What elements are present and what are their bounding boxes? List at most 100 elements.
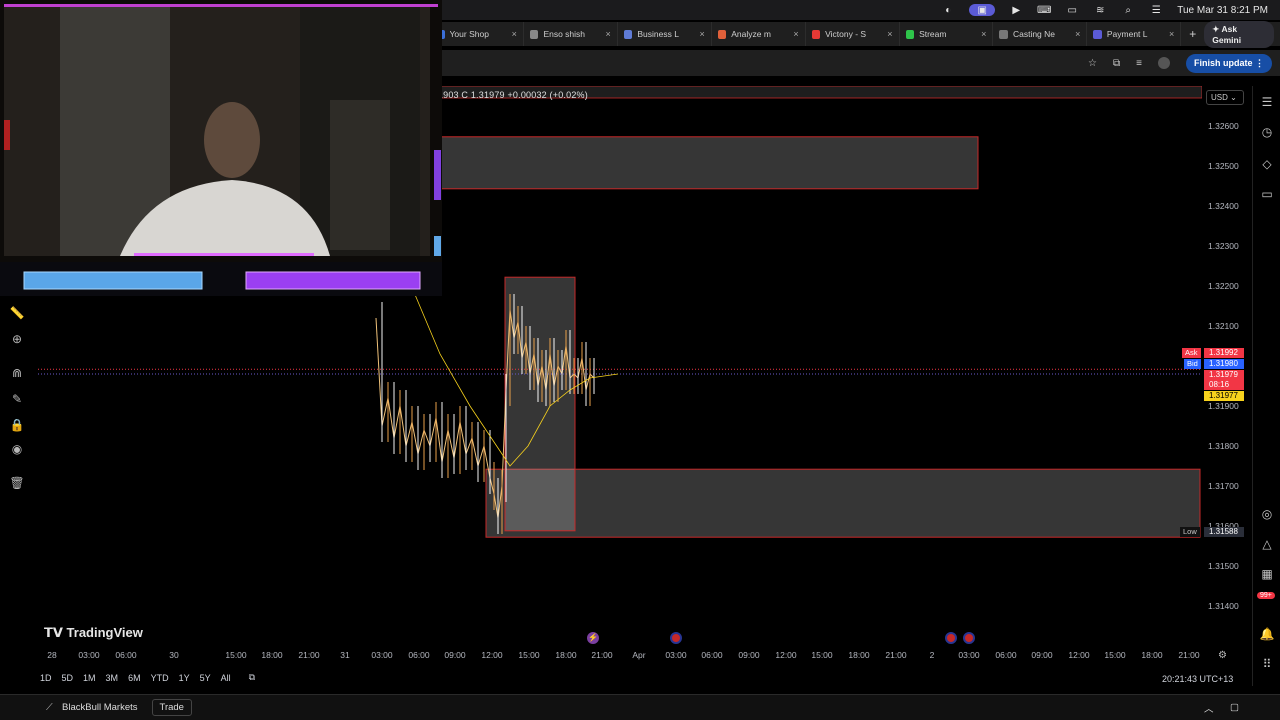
time-axis[interactable]: 28 03:00 06:00 30 15:00 18:00 21:00 31 03:00 06:0… xyxy=(38,650,1202,664)
ask-gemini-button[interactable]: ✦ Ask Gemini xyxy=(1204,20,1274,48)
new-tab-button[interactable]: + xyxy=(1181,27,1204,41)
eye-icon[interactable]: ◉ xyxy=(8,440,26,458)
alerts-clock-icon[interactable]: ◷ xyxy=(1259,124,1275,140)
chart-clock[interactable]: 20:21:43 UTC+13 xyxy=(1162,674,1233,684)
range-button[interactable]: YTD xyxy=(151,673,169,683)
tab-close-icon[interactable]: × xyxy=(1075,29,1080,39)
price-tick-label: 1.32100 xyxy=(1208,321,1239,331)
range-button[interactable]: 5Y xyxy=(200,673,211,683)
play-icon[interactable]: ▶ xyxy=(1009,4,1023,16)
price-tick-label: 1.31500 xyxy=(1208,561,1239,571)
go-to-date-icon[interactable]: ⧉ xyxy=(249,672,255,683)
trade-button[interactable]: Trade xyxy=(151,699,192,716)
tab-label: Victony - S xyxy=(825,29,867,39)
us-flag-event-icon[interactable] xyxy=(963,632,975,644)
price-tick-label: 1.31800 xyxy=(1208,441,1239,451)
battery-icon[interactable]: ▭ xyxy=(1065,4,1079,16)
us-flag-event-icon[interactable] xyxy=(670,632,682,644)
extensions-icon[interactable]: ≡ xyxy=(1136,58,1142,69)
tab-close-icon[interactable]: × xyxy=(699,29,704,39)
time-tick-label: Apr xyxy=(632,650,646,660)
ask-gemini-label: Ask Gemini xyxy=(1212,23,1242,45)
browser-tab[interactable]: Analyze m × xyxy=(712,22,806,46)
notifications-badge: 99+ xyxy=(1257,592,1275,599)
time-tick-label: 21:00 xyxy=(885,650,907,660)
price-tick-label: 1.32600 xyxy=(1208,121,1239,131)
time-tick-label: 30 xyxy=(169,650,179,660)
tab-favicon-icon xyxy=(529,29,539,39)
tab-close-icon[interactable]: × xyxy=(981,29,986,39)
price-tick-label: 1.32200 xyxy=(1208,281,1239,291)
calendar-icon[interactable]: ▦ xyxy=(1259,566,1275,582)
triangle-icon[interactable]: △ xyxy=(1259,536,1275,552)
search-icon[interactable]: ⌕ xyxy=(1121,4,1135,16)
creative-cloud-icon[interactable]: ◐ xyxy=(941,4,955,16)
browser-tab[interactable]: Payment L × xyxy=(1087,22,1182,46)
chat-icon[interactable]: ▭ xyxy=(1259,186,1275,202)
profile-avatar[interactable] xyxy=(1157,57,1170,69)
range-button[interactable]: 1Y xyxy=(179,673,190,683)
trash-icon[interactable]: 🗑 xyxy=(8,474,26,492)
tab-label: Analyze m xyxy=(731,29,771,39)
zoom-in-icon[interactable]: ⊕ xyxy=(8,330,26,348)
range-button[interactable]: 1D xyxy=(40,673,52,683)
tab-close-icon[interactable]: × xyxy=(512,29,517,39)
tab-close-icon[interactable]: × xyxy=(793,29,798,39)
browser-tab[interactable]: Stream × xyxy=(900,22,994,46)
range-button[interactable]: 1M xyxy=(83,673,96,683)
control-center-icon[interactable]: ☰ xyxy=(1149,4,1163,16)
browser-tab[interactable]: Victony - S × xyxy=(806,22,900,46)
wifi-icon[interactable]: ≋ xyxy=(1093,4,1107,16)
bell-icon[interactable]: 🔔 xyxy=(1259,626,1275,642)
tab-label: Business L xyxy=(637,29,679,39)
magnet-icon[interactable]: ⋒ xyxy=(8,364,26,382)
tab-favicon-icon xyxy=(623,29,633,39)
tab-label: Your Shop xyxy=(449,29,489,39)
currency-label: USD xyxy=(1211,93,1228,102)
time-axis-settings-icon[interactable]: ⚙ xyxy=(1218,650,1227,661)
range-button[interactable]: All xyxy=(221,673,231,683)
bookmark-star-icon[interactable]: ☆ xyxy=(1088,58,1097,69)
cast-icon[interactable]: ⧉ xyxy=(1113,58,1120,69)
layers-icon[interactable]: ◇ xyxy=(1259,156,1275,172)
lightning-event-icon[interactable]: ⚡ xyxy=(587,632,599,644)
finish-update-label: Finish update xyxy=(1193,57,1253,68)
broker-name[interactable]: BlackBull Markets xyxy=(62,702,138,713)
finish-update-button[interactable]: Finish update ⋮ xyxy=(1185,53,1272,73)
range-button[interactable]: 5D xyxy=(62,673,74,683)
time-tick-label: 15:00 xyxy=(225,650,247,660)
time-tick-label: 18:00 xyxy=(848,650,870,660)
screen-record-icon[interactable]: ▣ xyxy=(969,4,996,16)
maximize-panel-icon[interactable]: ▢ xyxy=(1230,702,1239,713)
time-tick-label: 21:00 xyxy=(591,650,613,660)
range-button[interactable]: 3M xyxy=(106,673,119,683)
lock-icon[interactable]: 🔒 xyxy=(8,416,26,434)
broker-logo-icon: ⟋ xyxy=(46,702,53,713)
time-tick-label: 03:00 xyxy=(958,650,980,660)
collapse-chevron-icon[interactable]: ︿ xyxy=(1204,701,1214,715)
tab-close-icon[interactable]: × xyxy=(1169,29,1174,39)
us-flag-event-icon[interactable] xyxy=(945,632,957,644)
menubar-datetime[interactable]: Tue Mar 31 8:21 PM xyxy=(1177,5,1268,16)
browser-tab[interactable]: Casting Ne × xyxy=(993,22,1088,46)
time-tick-label: 28 xyxy=(47,650,57,660)
currency-select[interactable]: USD ⌄ xyxy=(1206,90,1244,105)
price-tick-label: 1.32300 xyxy=(1208,241,1239,251)
webcam-overlay xyxy=(0,0,442,296)
range-button[interactable]: 6M xyxy=(128,673,141,683)
ruler-icon[interactable]: 📏 xyxy=(8,304,26,322)
time-tick-label: 09:00 xyxy=(1031,650,1053,660)
browser-tab[interactable]: Your Shop × xyxy=(430,22,524,46)
tab-close-icon[interactable]: × xyxy=(606,29,611,39)
browser-tab[interactable]: Enso shish × xyxy=(524,22,618,46)
watchlist-icon[interactable]: ☰ xyxy=(1259,94,1275,110)
target-icon[interactable]: ◎ xyxy=(1259,506,1275,522)
browser-tab[interactable]: Business L × xyxy=(618,22,712,46)
keyboard-icon[interactable]: ⌨ xyxy=(1037,4,1051,16)
grid-icon[interactable]: ⠿ xyxy=(1259,656,1275,672)
time-tick-label: 31 xyxy=(340,650,350,660)
tab-close-icon[interactable]: × xyxy=(887,29,892,39)
tab-label: Payment L xyxy=(1106,29,1148,39)
tradingview-logo[interactable]: 𝗧𝗩 TradingView xyxy=(44,625,143,641)
pencil-lock-icon[interactable]: ✎ xyxy=(8,390,26,408)
